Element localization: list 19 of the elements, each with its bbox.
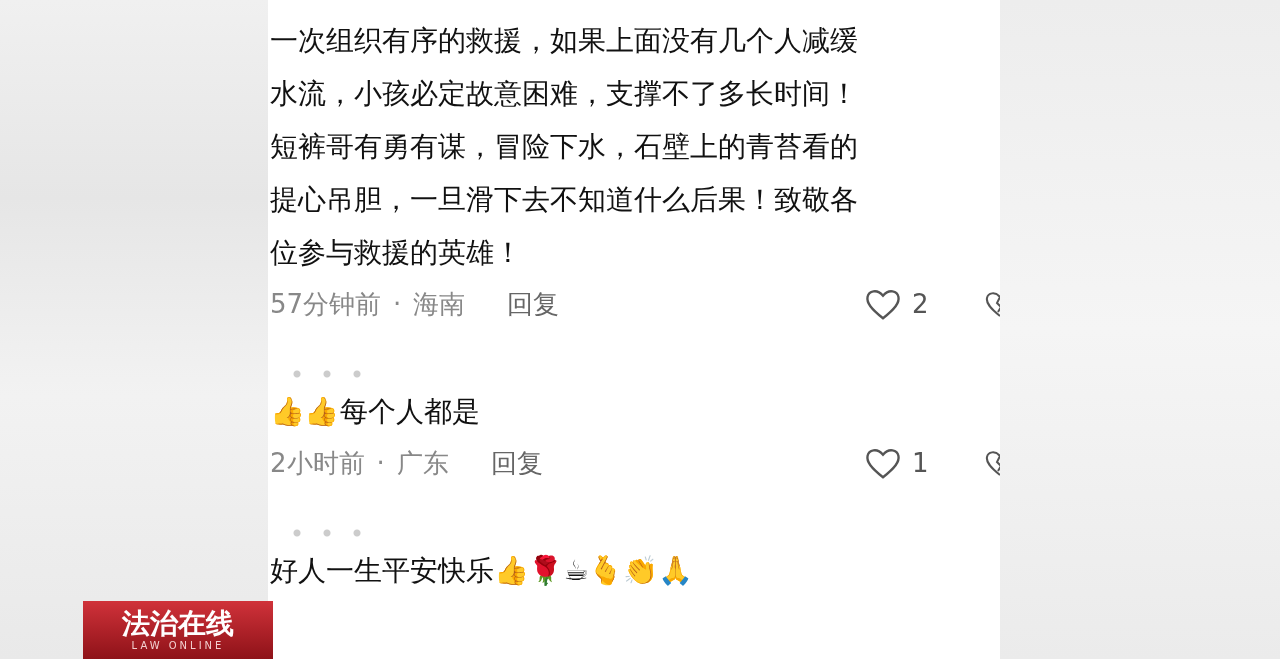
program-subtitle: LAW ONLINE — [131, 639, 225, 651]
program-title: 法治在线 — [122, 609, 234, 640]
comment-text: 好人一生平安快乐👍🌹☕🫰👏🙏 — [270, 552, 694, 589]
like-count: 1 — [912, 448, 930, 478]
comment-location: 广东 — [396, 446, 449, 480]
comment-text: 提心吊胆，一旦滑下去不知道什么后果！致敬各 — [270, 181, 858, 218]
comment-text: 短裤哥有勇有谋，冒险下水，石壁上的青苔看的 — [270, 128, 858, 165]
separator-dot: · — [376, 448, 385, 478]
comment-location: 海南 — [413, 287, 466, 321]
separator-dot: · — [393, 289, 402, 319]
comment-text: 一次组织有序的救援，如果上面没有几个人减缓 — [270, 22, 858, 59]
comment-text: 水流，小孩必定故意困难，支撑不了多长时间！ — [270, 75, 858, 112]
comment-time: 57分钟前 — [270, 287, 382, 321]
like-count: 2 — [912, 289, 930, 319]
comment-time: 2小时前 — [270, 446, 365, 480]
comment-text: 位参与救援的英雄！ — [270, 234, 522, 271]
reply-link[interactable]: 回复 — [507, 286, 560, 322]
comment-text: 👍👍每个人都是 — [270, 393, 480, 430]
reply-link[interactable]: 回复 — [490, 445, 543, 481]
